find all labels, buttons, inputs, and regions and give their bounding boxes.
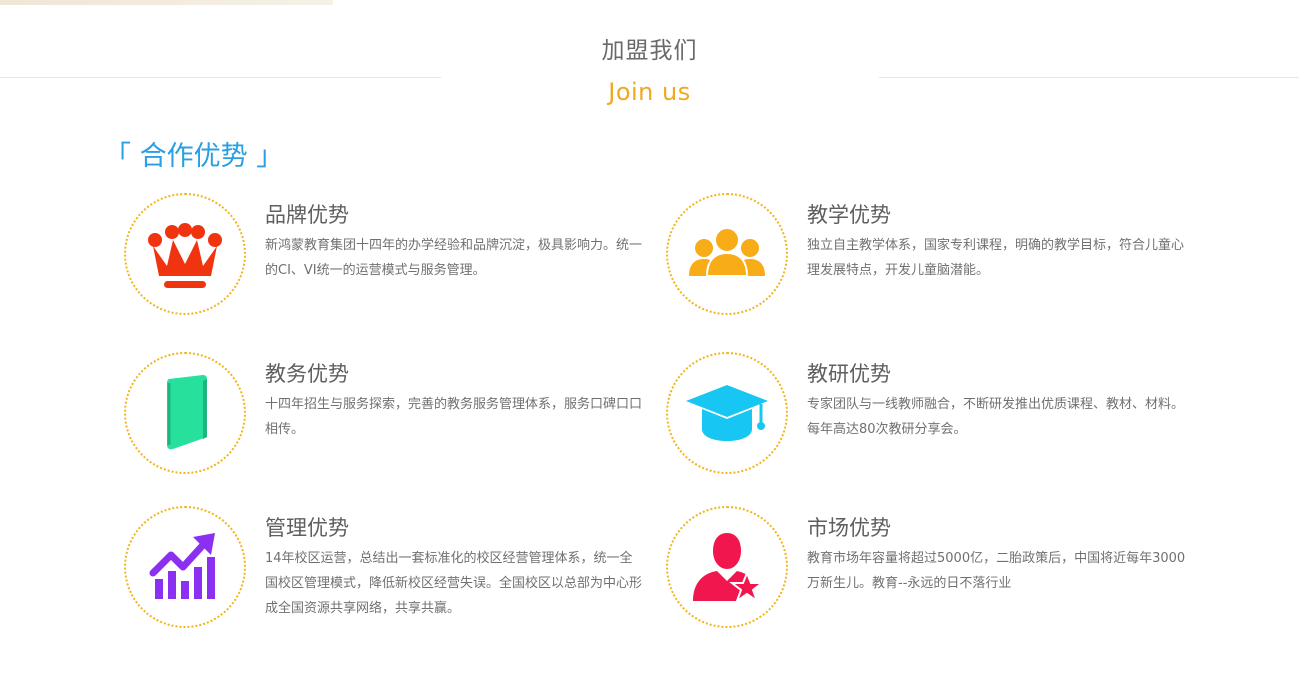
advantage-title: 教研优势 [807, 362, 891, 386]
top-banner-edge [0, 0, 333, 5]
advantage-description: 14年校区运营，总结出一套标准化的校区经营管理体系，统一全国校区管理模式，降低新… [265, 551, 643, 616]
section-subtitle: Join us [608, 78, 691, 106]
team-icon [689, 227, 765, 277]
book-icon [167, 375, 207, 450]
advantage-card-market: 市场优势 教育市场年容量将超过5000亿，二胎政策后，中国将近每年3000万新生… [666, 506, 1226, 636]
user-star-icon [693, 533, 765, 604]
cooperation-heading: 「 合作优势 」 [104, 134, 283, 173]
advantage-title: 管理优势 [265, 516, 349, 540]
icon-circle [666, 352, 788, 474]
advantage-card-research: 教研优势 专家团队与一线教师融合，不断研发推出优质课程、教材、材料。每年高达80… [666, 352, 1226, 482]
advantage-description: 独立自主教学体系，国家专利课程，明确的教学目标，符合儿童心理发展特点，开发儿童脑… [807, 238, 1185, 278]
join-us-section: 加盟我们 Join us 「 合作优势 」 品牌优势 新鸿蒙教育集团十四年的办学… [0, 0, 1299, 690]
crown-icon [148, 223, 222, 288]
close-bracket: 」 [256, 141, 284, 172]
advantage-card-academic: 教务优势 十四年招生与服务探索，完善的教务服务管理体系，服务口碑口口相传。 [124, 352, 684, 482]
cooperation-heading-text: 合作优势 [139, 141, 248, 172]
advantage-title: 教务优势 [265, 362, 349, 386]
icon-circle [666, 506, 788, 628]
advantage-description: 专家团队与一线教师融合，不断研发推出优质课程、教材、材料。每年高达80次教研分享… [807, 397, 1185, 437]
advantage-card-brand: 品牌优势 新鸿蒙教育集团十四年的办学经验和品牌沉淀，极具影响力。统一的CI、VI… [124, 193, 684, 323]
advantage-card-management: 管理优势 14年校区运营，总结出一套标准化的校区经营管理体系，统一全国校区管理模… [124, 506, 684, 636]
advantage-title: 品牌优势 [265, 203, 349, 227]
growth-chart-icon [149, 533, 215, 599]
graduation-cap-icon [686, 385, 768, 441]
icon-circle [124, 506, 246, 628]
advantage-description: 新鸿蒙教育集团十四年的办学经验和品牌沉淀，极具影响力。统一的CI、VI统一的运营… [265, 238, 643, 278]
advantage-card-teaching: 教学优势 独立自主教学体系，国家专利课程，明确的教学目标，符合儿童心理发展特点，… [666, 193, 1226, 323]
open-bracket: 「 [104, 141, 131, 172]
icon-circle [124, 352, 246, 474]
advantage-title: 教学优势 [807, 203, 891, 227]
icon-circle [124, 193, 246, 315]
advantage-description: 十四年招生与服务探索，完善的教务服务管理体系，服务口碑口口相传。 [265, 397, 643, 437]
icon-circle [666, 193, 788, 315]
advantage-title: 市场优势 [807, 516, 891, 540]
section-title: 加盟我们 [601, 38, 698, 64]
advantage-description: 教育市场年容量将超过5000亿，二胎政策后，中国将近每年3000万新生儿。教育-… [807, 551, 1186, 591]
